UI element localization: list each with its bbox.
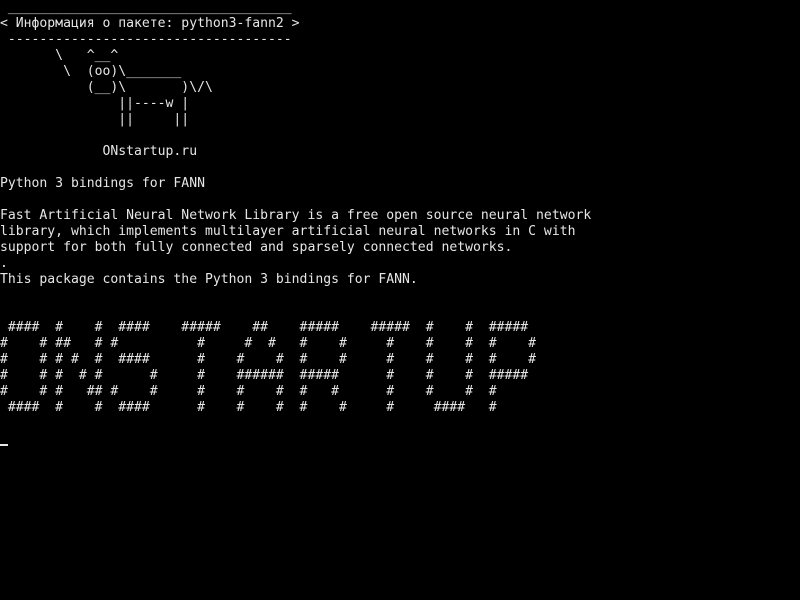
bubble-title: < Информация о пакете: python3-fann2 > [0, 16, 300, 31]
package-description-line: This package contains the Python 3 bindi… [0, 272, 418, 287]
banner-line: # # # # # #### # # # # # # # # # # [0, 352, 537, 367]
cow-art-line: || || [0, 112, 190, 127]
cow-art-line: (__)\ )\/\ [0, 80, 213, 95]
package-description-line: . [0, 256, 8, 271]
bubble-top-border: ____________________________________ [0, 0, 292, 15]
cow-art-line: \ (oo)\_______ [0, 64, 182, 79]
package-description-line: support for both fully connected and spa… [0, 240, 513, 255]
banner-line: # # ## # # # # # # # # # # # # [0, 336, 537, 351]
site-name: ONstartup.ru [0, 144, 198, 159]
package-short-description: Python 3 bindings for FANN [0, 176, 205, 191]
banner-line: # # # ## # # # # # # # # # # # [0, 384, 497, 399]
banner-line: #### # # #### ##### ## ##### ##### # # #… [0, 320, 529, 335]
cow-art-line: ||----w | [0, 96, 190, 111]
banner-line: #### # # #### # # # # # # #### # [0, 400, 497, 415]
banner-line: # # # # # # # ###### ##### # # # ##### [0, 368, 529, 383]
package-description-line: library, which implements multilayer art… [0, 224, 576, 239]
bubble-bottom-border: ------------------------------------ [0, 32, 292, 47]
cow-art-line: \ ^__^ [0, 48, 119, 63]
terminal-window[interactable]: ____________________________________ < И… [0, 0, 800, 600]
text-cursor [0, 444, 8, 446]
package-description-line: Fast Artificial Neural Network Library i… [0, 208, 592, 223]
